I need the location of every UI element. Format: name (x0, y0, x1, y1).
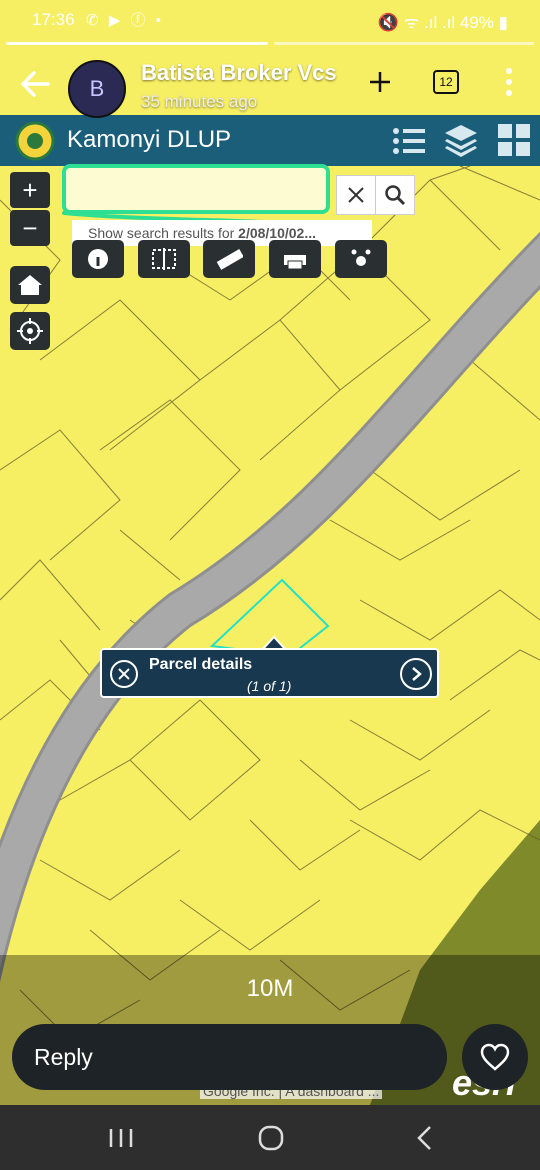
list-icon[interactable] (392, 124, 426, 158)
more-options-button[interactable] (487, 60, 531, 104)
status-time: 17:36 (32, 10, 75, 29)
info-icon (88, 249, 108, 269)
video-length: 10M (246, 975, 294, 1002)
plus-icon (370, 72, 390, 92)
crosshair-icon (17, 318, 43, 344)
app-title: Kamonyi DLUP (67, 126, 232, 153)
popup-close-button[interactable] (110, 660, 138, 688)
story-progress-1 (6, 42, 268, 45)
close-icon (348, 187, 364, 203)
status-bar: 17:36 ✆ ▶ ⓕ • 🔇 ᯤ .ıl .ıl 49% ▮ (0, 0, 540, 42)
avatar[interactable]: B (68, 60, 126, 118)
swipe-icon (152, 248, 176, 270)
back-nav-icon[interactable] (414, 1125, 434, 1151)
clear-search-button[interactable] (336, 175, 376, 215)
chevron-right-icon (412, 667, 422, 681)
popup-title: Parcel details (149, 656, 253, 673)
print-tool-button[interactable] (269, 240, 321, 278)
poster-name[interactable]: Batista Broker Vcs (141, 60, 337, 86)
close-icon (118, 668, 130, 680)
zoom-out-icon: − (22, 213, 38, 243)
popup-next-button[interactable] (400, 658, 432, 690)
reply-input[interactable]: Reply (12, 1024, 447, 1090)
suggestion-query: 2/08/10/02... (238, 225, 317, 241)
back-arrow-icon[interactable] (16, 64, 56, 104)
zoom-in-button[interactable]: + (10, 172, 50, 208)
home-icon (18, 275, 42, 295)
print-icon (284, 255, 306, 270)
district-logo-icon (15, 121, 55, 161)
tab-count-button[interactable]: 12 (424, 60, 468, 104)
search-icon (385, 185, 406, 206)
network-icon (351, 249, 371, 266)
popup-counter: (1 of 1) (247, 678, 292, 694)
search-button[interactable] (375, 175, 415, 215)
zoom-in-icon: + (22, 175, 38, 205)
suggestion-prefix: Show search results for (88, 225, 239, 241)
tab-count: 12 (433, 70, 459, 94)
measure-tool-button[interactable] (203, 240, 255, 278)
notification-icons: ✆ ▶ ⓕ • (86, 12, 164, 29)
recent-apps-icon[interactable] (108, 1127, 134, 1149)
heart-icon (480, 1043, 510, 1071)
like-button[interactable] (462, 1024, 528, 1090)
info-tool-button[interactable] (72, 240, 124, 278)
home-nav-icon[interactable] (258, 1125, 284, 1151)
swipe-tool-button[interactable] (138, 240, 190, 278)
parcel-details-popup: Parcel details (1 of 1) (100, 648, 439, 698)
directions-tool-button[interactable] (335, 240, 387, 278)
more-vertical-icon (506, 68, 512, 96)
home-button[interactable] (10, 266, 50, 304)
ruler-icon (216, 249, 243, 270)
system-status: 🔇 ᯤ .ıl .ıl 49% ▮ (377, 13, 508, 32)
story-progress-2 (274, 42, 534, 45)
grid-menu-icon[interactable] (497, 123, 531, 157)
posted-time: 35 minutes ago (141, 92, 258, 111)
system-nav-bar (0, 1105, 540, 1170)
zoom-out-button[interactable]: − (10, 210, 50, 246)
locate-button[interactable] (10, 312, 50, 350)
layers-icon[interactable] (444, 122, 478, 158)
new-tab-button[interactable] (358, 60, 402, 104)
